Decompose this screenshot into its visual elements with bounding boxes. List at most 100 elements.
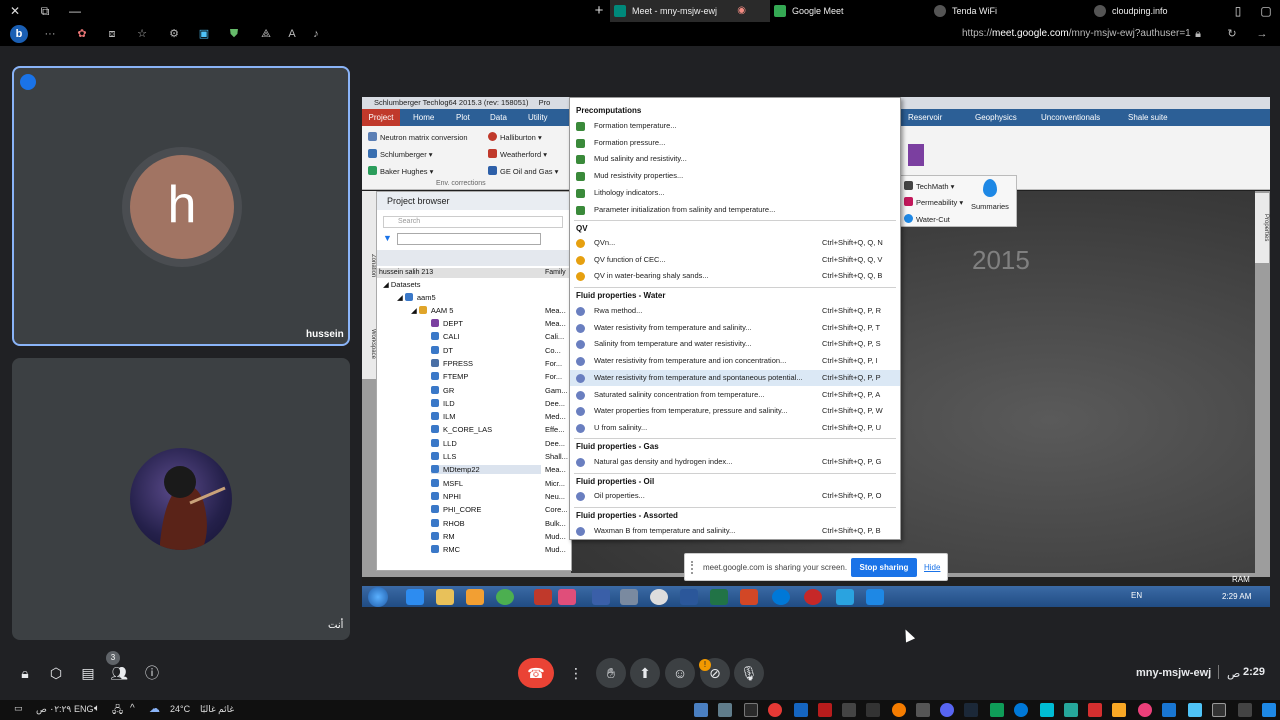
tab-google-meet[interactable]: Google Meet — [770, 0, 910, 22]
taskbar-app-icon[interactable] — [1040, 703, 1054, 717]
app-icon[interactable] — [534, 589, 552, 605]
end-call-button[interactable]: ☎ — [518, 658, 554, 688]
menu-plot[interactable]: Plot — [456, 109, 470, 126]
app-icon[interactable] — [804, 589, 822, 605]
shield-icon[interactable]: ⛊ — [226, 26, 242, 42]
taskbar-app-icon[interactable] — [866, 703, 880, 717]
tree-well[interactable]: ◢ aam5 — [397, 293, 436, 302]
ribbon-weatherford[interactable]: Weatherford ▾ — [488, 149, 547, 159]
extension-icon[interactable]: ✿ — [74, 26, 90, 42]
tab-cloudping[interactable]: cloudping.info — [1090, 0, 1240, 22]
menu-item[interactable]: Rwa method... Ctrl+Shift+Q, P, R — [570, 303, 900, 319]
excel-icon[interactable] — [710, 589, 728, 605]
menu-item[interactable]: U from salinity... Ctrl+Shift+Q, P, U — [570, 420, 900, 436]
translate-icon[interactable]: ▣ — [196, 26, 212, 42]
drag-handle-icon[interactable] — [691, 561, 694, 574]
table-row[interactable]: ILD — [431, 398, 455, 408]
ribbon-ge-oil-gas[interactable]: GE Oil and Gas ▾ — [488, 166, 558, 176]
table-row[interactable]: DEPT — [431, 319, 463, 328]
tab-actions-icon[interactable]: ⧉ — [37, 3, 53, 19]
table-row[interactable]: LLS — [431, 452, 456, 461]
techlog-icon[interactable] — [558, 589, 576, 605]
steam-icon[interactable] — [964, 703, 978, 717]
table-row[interactable]: RMC — [431, 545, 460, 554]
search-icon[interactable] — [1238, 703, 1252, 717]
more-icon[interactable]: ··· — [42, 26, 58, 42]
zoom-icon[interactable] — [1162, 703, 1176, 717]
menu-item[interactable]: Oil properties... Ctrl+Shift+Q, P, O — [570, 488, 900, 504]
powerpoint-icon[interactable] — [740, 589, 758, 605]
discord-icon[interactable] — [940, 703, 954, 717]
ribbon-baker-hughes[interactable]: Baker Hughes ▾ — [368, 166, 433, 176]
menu-item[interactable]: Lithology indicators... — [570, 185, 900, 201]
windows-start-icon[interactable] — [1262, 703, 1276, 717]
sidetab-workspace[interactable]: Workspace — [362, 309, 376, 379]
filter-icon[interactable]: ▼ — [383, 233, 393, 243]
network-icon[interactable]: 🖧︎ — [112, 703, 123, 720]
table-row[interactable]: FTEMP — [431, 372, 468, 381]
summaries-icon[interactable] — [983, 179, 997, 197]
water-cut-item[interactable]: Water-Cut — [904, 214, 950, 224]
microphone-button[interactable]: 🎙︎ — [734, 658, 764, 688]
menu-project[interactable]: Project — [362, 109, 400, 126]
ribbon-schlumberger[interactable]: Schlumberger ▾ — [368, 149, 433, 159]
favorites-icon[interactable]: ☆ — [134, 26, 150, 42]
menu-item[interactable]: Water resistivity from temperature and s… — [570, 369, 900, 386]
media-icon[interactable] — [466, 589, 484, 605]
bing-icon[interactable]: b — [10, 25, 28, 43]
table-row[interactable]: ILM — [431, 412, 456, 421]
menu-item[interactable]: Parameter initialization from salinity a… — [570, 202, 900, 218]
ribbon-halliburton[interactable]: Halliburton ▾ — [488, 132, 542, 142]
collections-icon[interactable]: ⧈ — [104, 26, 120, 42]
taskbar-app-icon[interactable] — [794, 703, 808, 717]
taskbar-app-icon[interactable] — [694, 703, 708, 717]
table-row[interactable]: K_CORE_LAS — [431, 425, 492, 434]
menu-utility[interactable]: Utility — [528, 109, 548, 126]
tree-dataset[interactable]: ◢ AAM 5 — [411, 306, 453, 315]
table-row[interactable]: FPRESS — [431, 358, 473, 368]
menu-data[interactable]: Data — [490, 109, 507, 126]
app-icon[interactable] — [650, 589, 668, 605]
menu-item[interactable]: Salinity from temperature and water resi… — [570, 336, 900, 352]
menu-item[interactable]: Water resistivity from temperature and i… — [570, 353, 900, 369]
forward-icon[interactable]: → — [1254, 26, 1270, 42]
menu-item[interactable]: Mud resistivity properties... — [570, 168, 900, 184]
filter-input[interactable] — [397, 233, 541, 245]
restore-icon[interactable]: ▯ — [1230, 3, 1246, 19]
table-row[interactable]: GR — [431, 385, 454, 395]
notification-icon[interactable]: ▭ — [14, 703, 23, 714]
table-row[interactable]: RM — [431, 531, 455, 541]
weather-text[interactable]: غائم غالبًا — [200, 704, 234, 715]
app-icon[interactable] — [592, 589, 610, 605]
hide-link[interactable]: Hide — [924, 563, 940, 572]
taskbar-app-icon[interactable] — [892, 703, 906, 717]
close-window-icon[interactable]: ✕ — [7, 3, 23, 19]
column-header-family[interactable]: Family — [543, 268, 571, 278]
taskbar-app-icon[interactable] — [916, 703, 930, 717]
taskbar-lang[interactable]: ENG — [74, 704, 94, 714]
start-button-icon[interactable] — [368, 587, 388, 607]
url-bar[interactable]: https://meet.google.com/mny-msjw-ewj?aut… — [962, 28, 1191, 39]
task-view-icon[interactable] — [1212, 703, 1226, 717]
table-row[interactable]: NPHI — [431, 491, 461, 501]
new-tab-icon[interactable]: + — [591, 3, 607, 19]
reactions-button[interactable]: ☺ — [665, 658, 695, 688]
weather-temp[interactable]: 24°C — [170, 704, 190, 714]
edge-icon[interactable] — [1014, 703, 1028, 717]
menu-item[interactable]: QV in water-bearing shaly sands... Ctrl+S… — [570, 268, 900, 284]
menu-geophysics[interactable]: Geophysics — [975, 109, 1017, 126]
table-row[interactable]: MSFL — [431, 478, 463, 488]
taskbar-app-icon[interactable] — [744, 703, 758, 717]
menu-item[interactable]: Saturated salinity concentration from te… — [570, 387, 900, 403]
menu-item[interactable]: Mud salinity and resistivity... — [570, 151, 900, 167]
taskbar-app-icon[interactable] — [818, 703, 832, 717]
win7-lang[interactable]: EN — [1131, 591, 1142, 600]
host-controls-icon[interactable]: 🔒︎ — [14, 662, 36, 684]
tree-datasets[interactable]: ◢ Datasets — [383, 280, 420, 289]
menu-home[interactable]: Home — [413, 109, 434, 126]
read-aloud-icon[interactable]: A — [284, 26, 300, 42]
menu-item[interactable]: Formation pressure... — [570, 135, 900, 151]
table-row[interactable]: CALI — [431, 332, 460, 341]
sidetab-properties[interactable]: Properties — [1255, 193, 1269, 263]
project-search-input[interactable]: Search — [383, 216, 563, 228]
